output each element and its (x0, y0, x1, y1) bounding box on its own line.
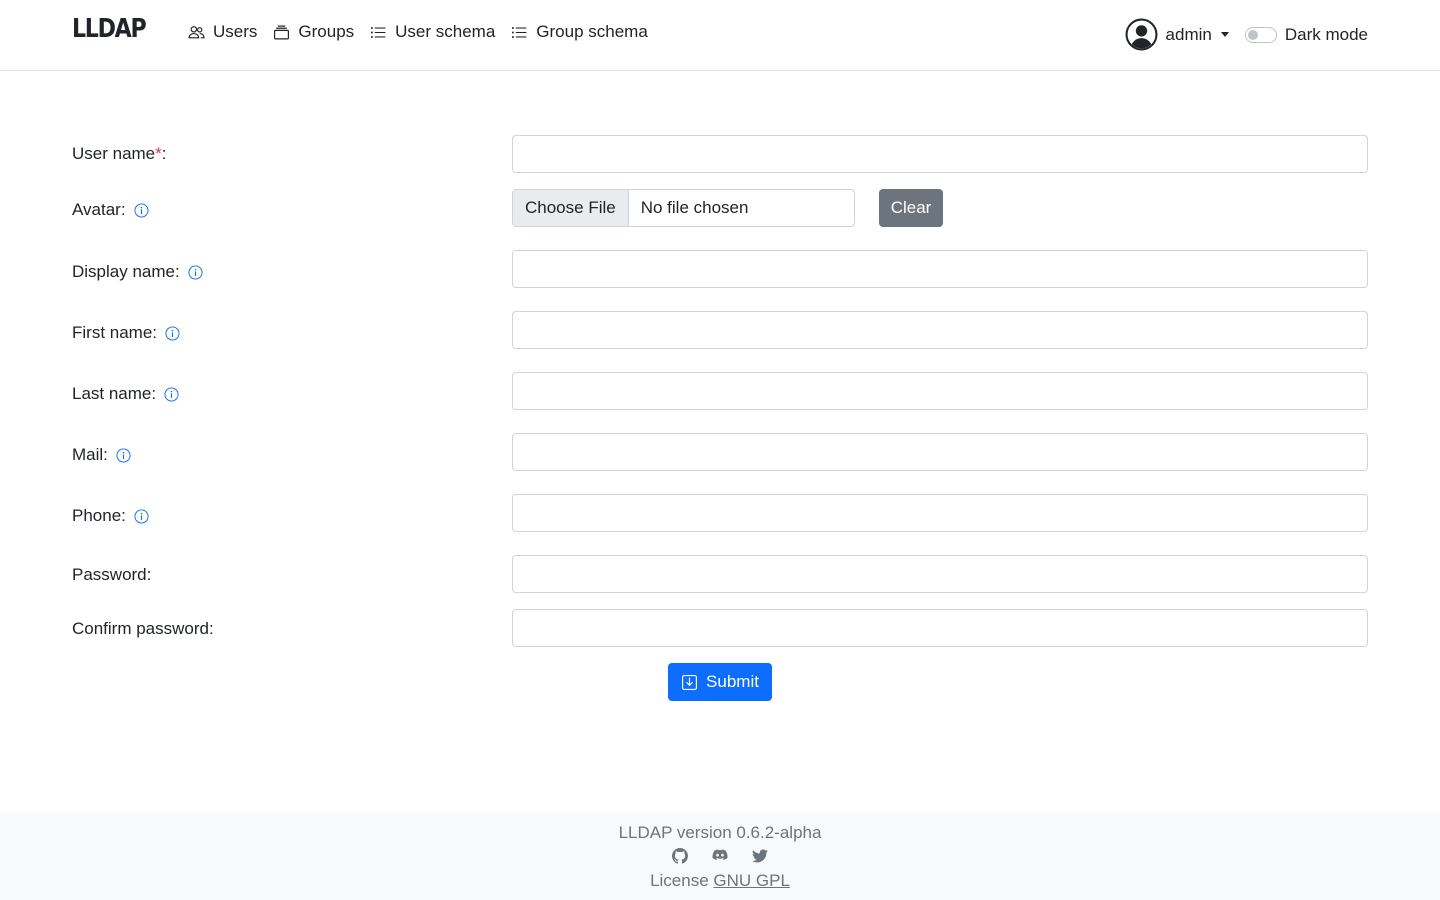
main-nav: Users Groups User schema Group schema (188, 20, 648, 44)
nav-groups[interactable]: Groups (273, 20, 354, 44)
user-menu-dropdown[interactable]: admin (1125, 18, 1229, 51)
submit-button[interactable]: Submit (668, 663, 772, 701)
dark-mode-toggle[interactable]: Dark mode (1244, 24, 1368, 45)
version-text: LLDAP version 0.6.2-alpha (618, 823, 822, 842)
toggle-switch[interactable] (1244, 26, 1277, 43)
brand-logo[interactable]: LLDAP (72, 14, 147, 44)
confirm-password-label: Confirm password: (72, 619, 214, 638)
avatar-label: Avatar: (72, 200, 149, 220)
nav-users-label: Users (213, 22, 258, 41)
phone-input[interactable] (512, 494, 1368, 532)
list-icon (512, 26, 527, 38)
list-icon (371, 26, 386, 38)
info-circle-icon[interactable] (116, 447, 131, 463)
username-label: admin (1165, 24, 1212, 44)
license-link[interactable]: GNU GPL (713, 871, 790, 890)
username-input[interactable] (512, 135, 1368, 173)
dark-mode-label: Dark mode (1284, 24, 1368, 44)
phone-label: Phone: (72, 506, 149, 526)
github-icon[interactable] (672, 848, 688, 864)
last-name-input[interactable] (512, 372, 1368, 410)
discord-icon[interactable] (712, 848, 728, 864)
person-circle-icon (1125, 18, 1158, 51)
display-name-label: Display name: (72, 262, 203, 282)
nav-user-schema-label: User schema (395, 22, 496, 41)
required-marker: * (155, 144, 162, 163)
mail-label: Mail: (72, 445, 131, 465)
first-name-label: First name: (72, 323, 180, 343)
display-name-input[interactable] (512, 250, 1368, 288)
file-status: No file chosen (640, 198, 749, 217)
nav-groups-label: Groups (298, 22, 355, 41)
social-links (0, 848, 1440, 864)
navbar: LLDAP Users Groups User schema Group sch… (0, 0, 1440, 71)
footer: LLDAP version 0.6.2-alpha License GNU GP… (0, 812, 1440, 900)
first-name-input[interactable] (512, 311, 1368, 349)
password-input[interactable] (512, 555, 1368, 593)
people-icon (188, 25, 205, 38)
nav-group-schema-label: Group schema (536, 22, 648, 41)
mail-input[interactable] (512, 433, 1368, 471)
license-text: License GNU GPL (650, 871, 790, 890)
twitter-icon[interactable] (752, 848, 768, 864)
username-label: User name*: (72, 144, 167, 163)
nav-user-schema[interactable]: User schema (370, 20, 495, 44)
info-circle-icon[interactable] (134, 508, 149, 524)
info-circle-icon[interactable] (188, 264, 203, 280)
caret-down-icon (1220, 32, 1229, 37)
info-circle-icon[interactable] (165, 325, 180, 341)
save-icon (682, 674, 698, 690)
info-circle-icon[interactable] (164, 386, 179, 402)
choose-file-button[interactable]: Choose File (513, 190, 629, 226)
nav-group-schema[interactable]: Group schema (511, 20, 648, 44)
last-name-label: Last name: (72, 384, 179, 404)
info-circle-icon[interactable] (134, 202, 149, 218)
password-label: Password: (72, 565, 152, 584)
avatar-file-input[interactable]: Choose File No file chosen (512, 189, 855, 227)
collection-icon (274, 25, 290, 39)
user-area: admin Dark mode (1125, 18, 1368, 51)
nav-users[interactable]: Users (188, 20, 257, 44)
submit-label: Submit (706, 672, 759, 691)
clear-avatar-button[interactable]: Clear (879, 189, 943, 227)
confirm-password-input[interactable] (512, 609, 1368, 647)
